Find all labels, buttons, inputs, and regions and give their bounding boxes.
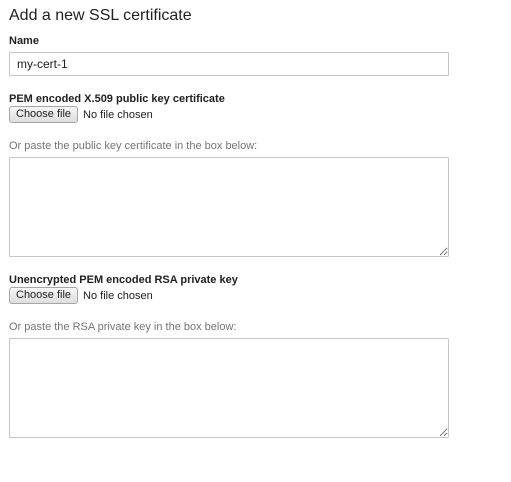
certificate-file-row: Choose file No file chosen xyxy=(9,106,153,123)
private-key-file-row: Choose file No file chosen xyxy=(9,287,153,304)
private-key-textarea[interactable] xyxy=(9,338,449,438)
certificate-label: PEM encoded X.509 public key certificate xyxy=(9,93,225,105)
certificate-textarea[interactable] xyxy=(9,157,449,257)
private-key-label: Unencrypted PEM encoded RSA private key xyxy=(9,274,238,286)
certificate-paste-hint: Or paste the public key certificate in t… xyxy=(9,140,258,152)
private-key-paste-hint: Or paste the RSA private key in the box … xyxy=(9,321,237,333)
private-key-choose-file-button[interactable]: Choose file xyxy=(9,287,79,304)
name-label: Name xyxy=(9,35,39,47)
name-input[interactable] xyxy=(9,52,449,76)
private-key-file-status: No file chosen xyxy=(83,289,153,302)
certificate-choose-file-button[interactable]: Choose file xyxy=(9,106,79,123)
page-title: Add a new SSL certificate xyxy=(9,7,192,24)
certificate-file-status: No file chosen xyxy=(83,108,153,121)
